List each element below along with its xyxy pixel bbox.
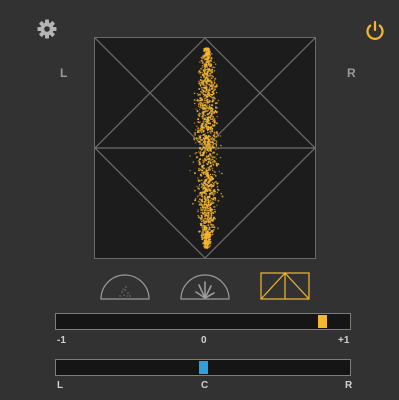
correlation-indicator [318, 315, 328, 328]
correlation-zero-label: 0 [201, 335, 207, 346]
correlation-meter [55, 313, 351, 330]
stereo-scope [94, 37, 316, 259]
left-channel-label: L [60, 66, 68, 80]
power-icon[interactable] [364, 20, 386, 42]
dots-icon [119, 286, 131, 297]
balance-meter [55, 359, 351, 376]
balance-right-label: R [345, 380, 353, 391]
mode-lissajous-button[interactable] [260, 272, 310, 300]
right-channel-label: R [347, 66, 356, 80]
settings-gear-icon[interactable] [36, 18, 58, 40]
correlation-min-label: -1 [57, 335, 66, 346]
correlation-max-label: +1 [338, 335, 350, 346]
mode-polar-dots-button[interactable] [100, 272, 150, 300]
balance-left-label: L [57, 380, 64, 391]
balance-indicator [198, 361, 208, 374]
balance-center-label: C [201, 380, 209, 391]
burst-icon [195, 281, 215, 299]
mode-polar-lines-button[interactable] [180, 272, 230, 300]
